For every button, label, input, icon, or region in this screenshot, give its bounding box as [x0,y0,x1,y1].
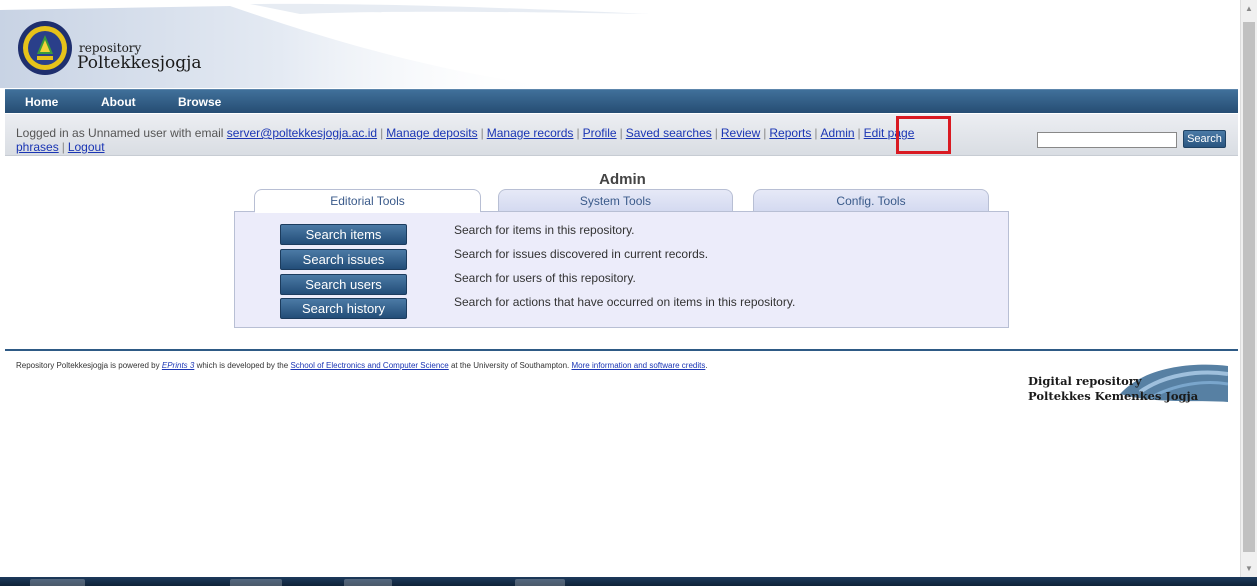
poltekkes-logo-icon [18,21,72,75]
footer-logo-text-1: Digital repository [1028,374,1142,388]
admin-link-highlight [896,116,951,154]
profile-link[interactable]: Profile [583,126,617,140]
vertical-scrollbar[interactable]: ▲ ▼ [1240,0,1257,586]
footer-text-d: . [705,361,708,370]
page-title: Admin [599,171,646,188]
scroll-down-arrow-icon[interactable]: ▼ [1241,560,1257,577]
search-issues-button[interactable]: Search issues [280,249,407,270]
school-link[interactable]: School of Electronics and Computer Scien… [290,361,448,370]
edit-page-phrases-link-cont[interactable]: phrases [16,140,59,154]
taskbar-item[interactable] [344,579,392,586]
nav-home[interactable]: Home [25,95,58,109]
search-history-button[interactable]: Search history [280,298,407,319]
nav-browse[interactable]: Browse [178,95,221,109]
search-items-button[interactable]: Search items [280,224,407,245]
footer-text: Repository Poltekkesjogja is powered by … [16,361,708,370]
login-line-2: phrases | Logout [16,140,105,154]
search-input[interactable] [1037,132,1177,148]
footer-logo-text-2: Poltekkes Kemenkes Jogja [1028,389,1199,403]
site-header: repository Poltekkesjogja [0,0,1240,88]
manage-records-link[interactable]: Manage records [487,126,574,140]
login-prefix: Logged in as Unnamed user with email [16,126,224,140]
search-users-description: Search for users of this repository. [454,271,636,285]
footer-text-c: at the University of Southampton. [450,361,570,370]
footer-repository-logo: Digital repository Poltekkes Kemenkes Jo… [1025,362,1228,412]
scrollbar-thumb[interactable] [1243,22,1255,552]
user-email-link[interactable]: server@poltekkesjogja.ac.id [227,126,377,140]
search-items-description: Search for items in this repository. [454,223,635,237]
taskbar-item[interactable] [515,579,565,586]
search-button[interactable]: Search [1183,130,1226,148]
admin-link[interactable]: Admin [821,126,855,140]
search-users-button[interactable]: Search users [280,274,407,295]
tab-config-tools[interactable]: Config. Tools [753,189,989,212]
review-link[interactable]: Review [721,126,760,140]
search-history-description: Search for actions that have occurred on… [454,295,796,309]
active-tab-joiner [255,210,480,213]
login-line-1: Logged in as Unnamed user with email ser… [16,126,915,140]
manage-deposits-link[interactable]: Manage deposits [386,126,477,140]
os-taskbar [0,577,1257,586]
logo-text-name: Poltekkesjogja [77,53,202,73]
reports-link[interactable]: Reports [769,126,811,140]
nav-about[interactable]: About [101,95,136,109]
logout-link[interactable]: Logout [68,140,105,154]
footer-text-a: Repository Poltekkesjogja is powered by [16,361,160,370]
eprints-link[interactable]: EPrints 3 [162,361,194,370]
search-issues-description: Search for issues discovered in current … [454,247,709,261]
taskbar-item[interactable] [30,579,85,586]
saved-searches-link[interactable]: Saved searches [626,126,712,140]
scroll-up-arrow-icon[interactable]: ▲ [1241,0,1257,17]
header-swoosh-graphic [0,3,650,88]
taskbar-item[interactable] [230,579,282,586]
footer-text-b: which is developed by the [196,361,289,370]
more-info-link[interactable]: More information and software credits [572,361,706,370]
tab-system-tools[interactable]: System Tools [498,189,733,212]
footer-divider [5,349,1238,351]
main-nav: Home About Browse [5,89,1238,113]
